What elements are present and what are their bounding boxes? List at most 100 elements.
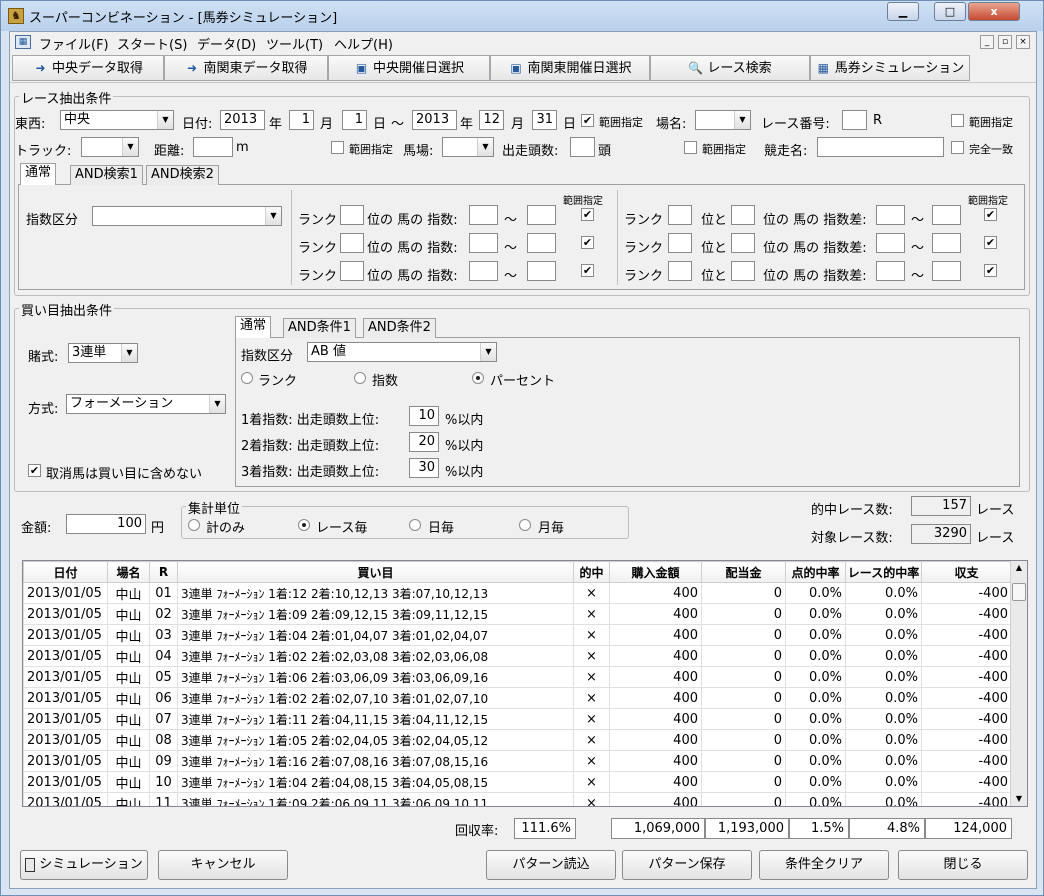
index-max-field[interactable] <box>527 205 556 225</box>
index-max-field[interactable] <box>527 233 556 253</box>
diff-range-checkbox[interactable]: ✔ <box>984 208 997 221</box>
rank-range-checkbox[interactable]: ✔ <box>581 208 594 221</box>
table-row[interactable]: 2013/01/05 中山 11 3連単 ﾌｫｰﾒｰｼｮﾝ 1着:09 2着:06,0… <box>23 792 1012 806</box>
col-purchase[interactable]: 購入金額 <box>609 561 702 583</box>
scroll-down-icon[interactable]: ▼ <box>1012 792 1026 806</box>
menu-tools[interactable]: ツール(T) <box>266 34 323 53</box>
method-select[interactable]: フォーメーション ▼ <box>66 394 226 414</box>
rank-a-field[interactable] <box>668 205 692 225</box>
radio-per-month[interactable] <box>519 519 531 531</box>
from-day-field[interactable]: 1 <box>342 110 367 130</box>
finish3-field[interactable]: 30 <box>409 458 439 478</box>
cancel-button[interactable]: キャンセル <box>158 850 288 880</box>
diff-range-checkbox[interactable]: ✔ <box>984 236 997 249</box>
table-row[interactable]: 2013/01/05 中山 04 3連単 ﾌｫｰﾒｰｼｮﾝ 1着:02 2着:02,0… <box>23 645 1012 667</box>
rank-b-field[interactable] <box>731 261 755 281</box>
from-month-field[interactable]: 1 <box>289 110 314 130</box>
table-row[interactable]: 2013/01/05 中山 03 3連単 ﾌｫｰﾒｰｼｮﾝ 1着:04 2着:01,0… <box>23 624 1012 646</box>
radio-percent[interactable] <box>472 372 484 384</box>
col-hit[interactable]: 的中 <box>573 561 610 583</box>
simulation-button[interactable]: シミュレーション <box>20 850 148 880</box>
race-number-field[interactable] <box>842 110 867 130</box>
rank-a-field[interactable] <box>668 233 692 253</box>
clear-all-conditions-button[interactable]: 条件全クリア <box>759 850 889 880</box>
save-pattern-button[interactable]: パターン保存 <box>622 850 752 880</box>
diff-min-field[interactable] <box>876 233 905 253</box>
rank-range-checkbox[interactable]: ✔ <box>581 236 594 249</box>
diff-max-field[interactable] <box>932 205 961 225</box>
col-bet[interactable]: 買い目 <box>177 561 574 583</box>
table-scrollbar[interactable]: ▲ ▼ <box>1010 561 1027 806</box>
central-date-select-button[interactable]: ▣ 中央開催日選択 <box>328 55 490 81</box>
index-max-field[interactable] <box>527 261 556 281</box>
tab-race-and1[interactable]: AND検索1 <box>70 165 143 185</box>
to-day-field[interactable]: 31 <box>532 110 557 130</box>
nankanto-data-fetch-button[interactable]: ➜ 南関東データ取得 <box>164 55 328 81</box>
bet-type-select[interactable]: 3連単 ▼ <box>68 343 138 363</box>
document-icon[interactable]: ▦ <box>15 35 31 49</box>
rank-field[interactable] <box>340 261 364 281</box>
menu-help[interactable]: ヘルプ(H) <box>334 34 393 53</box>
rank-field[interactable] <box>340 205 364 225</box>
minimize-button[interactable]: ▁ <box>887 2 919 21</box>
to-month-field[interactable]: 12 <box>479 110 504 130</box>
table-row[interactable]: 2013/01/05 中山 05 3連単 ﾌｫｰﾒｰｼｮﾝ 1着:06 2着:03,0… <box>23 666 1012 688</box>
going-select[interactable]: ▼ <box>442 137 494 157</box>
mdi-restore-button[interactable]: ▫ <box>998 35 1012 49</box>
amount-field[interactable]: 100 <box>66 514 146 534</box>
table-row[interactable]: 2013/01/05 中山 01 3連単 ﾌｫｰﾒｰｼｮﾝ 1着:12 2着:10,1… <box>23 582 1012 604</box>
close-window-button[interactable]: x <box>968 2 1020 21</box>
table-row[interactable]: 2013/01/05 中山 10 3連単 ﾌｫｰﾒｰｼｮﾝ 1着:04 2着:04,0… <box>23 771 1012 793</box>
race-index-type-select[interactable]: ▼ <box>92 206 282 226</box>
menu-file[interactable]: ファイル(F) <box>39 34 109 53</box>
diff-min-field[interactable] <box>876 261 905 281</box>
tab-race-and2[interactable]: AND検索2 <box>146 165 219 185</box>
rank-b-field[interactable] <box>731 233 755 253</box>
table-row[interactable]: 2013/01/05 中山 07 3連単 ﾌｫｰﾒｰｼｮﾝ 1着:11 2着:04,1… <box>23 708 1012 730</box>
runners-range-checkbox[interactable] <box>684 141 697 154</box>
mdi-minimize-button[interactable]: _ <box>980 35 994 49</box>
diff-max-field[interactable] <box>932 233 961 253</box>
rank-range-checkbox[interactable]: ✔ <box>581 264 594 277</box>
date-range-checkbox[interactable]: ✔ <box>581 114 594 127</box>
title-bar[interactable]: ♞ スーパーコンビネーション - [馬券シミュレーション] ▁ □ x <box>1 1 1043 31</box>
radio-per-day[interactable] <box>409 519 421 531</box>
distance-range-checkbox[interactable] <box>331 141 344 154</box>
race-number-range-checkbox[interactable] <box>951 114 964 127</box>
east-west-select[interactable]: 中央 ▼ <box>60 110 174 130</box>
col-date[interactable]: 日付 <box>23 561 108 583</box>
mdi-close-button[interactable]: × <box>1016 35 1030 49</box>
menu-start[interactable]: スタート(S) <box>117 34 187 53</box>
finish2-field[interactable]: 20 <box>409 432 439 452</box>
race-name-field[interactable] <box>817 137 944 157</box>
tab-bet-and2[interactable]: AND条件2 <box>363 318 436 338</box>
to-year-field[interactable]: 2013 <box>412 110 457 130</box>
col-balance[interactable]: 収支 <box>921 561 1012 583</box>
radio-total-only[interactable] <box>188 519 200 531</box>
exclude-scratch-checkbox[interactable]: ✔ <box>28 464 41 477</box>
ticket-simulation-button[interactable]: ▦ 馬券シミュレーション <box>810 55 970 81</box>
rank-field[interactable] <box>340 233 364 253</box>
tab-bet-normal[interactable]: 通常 <box>235 316 272 338</box>
table-row[interactable]: 2013/01/05 中山 08 3連単 ﾌｫｰﾒｰｼｮﾝ 1着:05 2着:02,0… <box>23 729 1012 751</box>
table-row[interactable]: 2013/01/05 中山 06 3連単 ﾌｫｰﾒｰｼｮﾝ 1着:02 2着:02,0… <box>23 687 1012 709</box>
col-point-hit-rate[interactable]: 点的中率 <box>785 561 846 583</box>
col-race-hit-rate[interactable]: レース的中率 <box>845 561 922 583</box>
scroll-thumb[interactable] <box>1012 583 1026 601</box>
radio-per-race[interactable] <box>298 519 310 531</box>
race-search-button[interactable]: 🔍 レース検索 <box>650 55 810 81</box>
tab-race-normal[interactable]: 通常 <box>20 163 57 185</box>
from-year-field[interactable]: 2013 <box>220 110 265 130</box>
results-table[interactable]: 日付 場名 R 買い目 的中 購入金額 配当金 点的中率 レース的中率 収支 2… <box>22 560 1028 807</box>
diff-range-checkbox[interactable]: ✔ <box>984 264 997 277</box>
menu-data[interactable]: データ(D) <box>197 34 256 53</box>
nankanto-date-select-button[interactable]: ▣ 南関東開催日選択 <box>490 55 650 81</box>
table-row[interactable]: 2013/01/05 中山 09 3連単 ﾌｫｰﾒｰｼｮﾝ 1着:16 2着:07,0… <box>23 750 1012 772</box>
index-min-field[interactable] <box>469 205 498 225</box>
track-select[interactable]: ▼ <box>81 137 139 157</box>
maximize-button[interactable]: □ <box>934 2 966 21</box>
radio-rank[interactable] <box>241 372 253 384</box>
runners-field[interactable] <box>570 137 595 157</box>
col-race[interactable]: R <box>149 561 178 583</box>
col-venue[interactable]: 場名 <box>107 561 150 583</box>
